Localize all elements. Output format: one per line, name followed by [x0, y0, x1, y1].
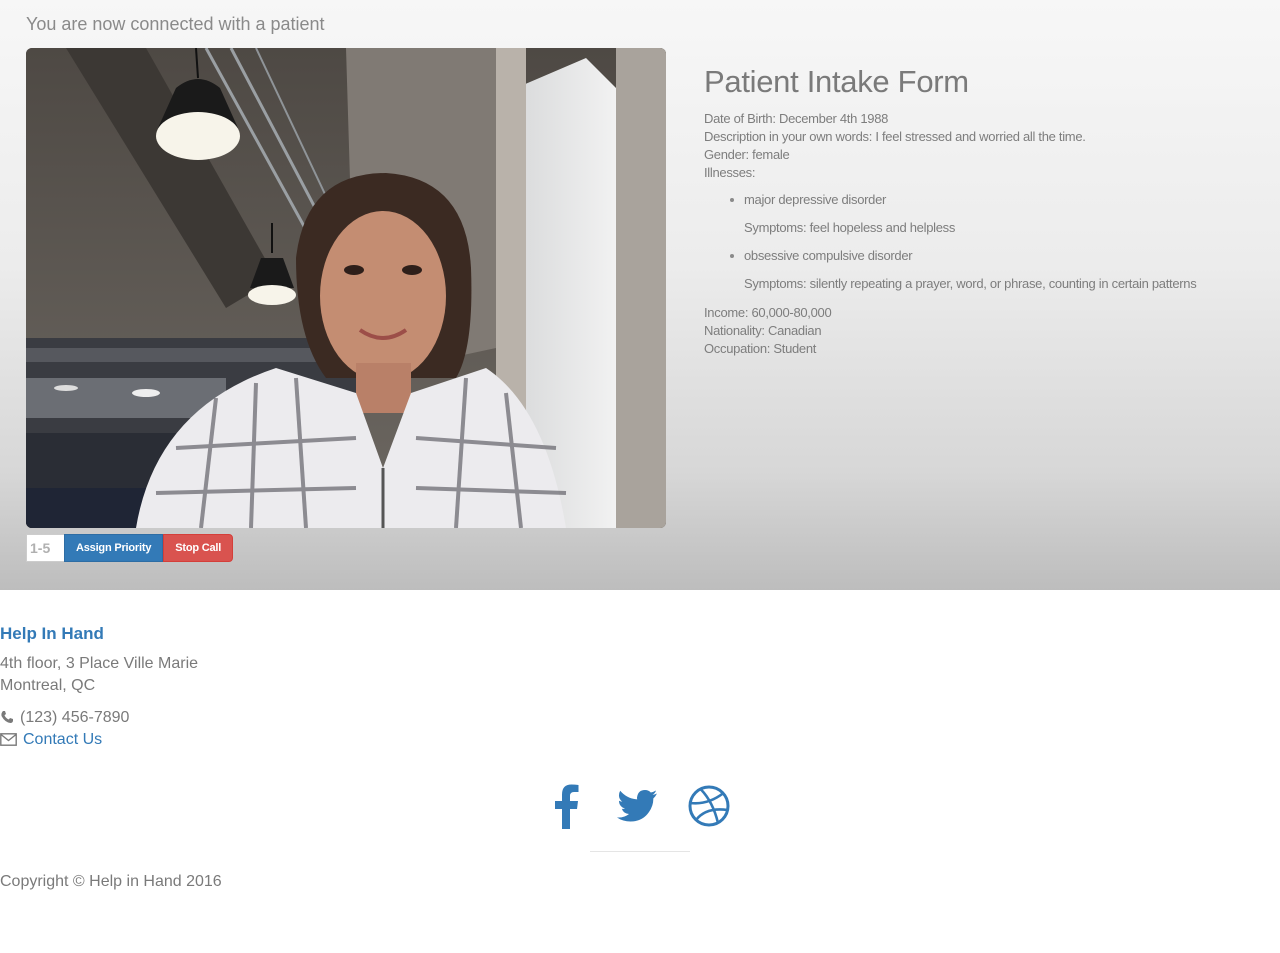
intake-nationality: Nationality: Canadian: [704, 323, 822, 338]
facebook-icon[interactable]: [550, 782, 582, 835]
call-controls: Assign Priority Stop Call: [26, 534, 234, 562]
footer-brand: Help In Hand: [0, 624, 104, 643]
footer-divider: [590, 851, 690, 852]
phone-number: (123) 456-7890: [20, 709, 130, 726]
patient-intake-form: Patient Intake Form Date of Birth: Decem…: [704, 64, 1264, 358]
contact-row: Contact Us: [0, 731, 1280, 751]
phone-row: (123) 456-7890: [0, 709, 1280, 729]
intake-illnesses-label: Illnesses:: [704, 165, 756, 180]
address-line-1: 4th floor, 3 Place Ville Marie: [0, 655, 199, 672]
stop-call-button[interactable]: Stop Call: [163, 534, 234, 562]
illness-list: major depressive disorder Symptoms: feel…: [704, 186, 1264, 298]
intake-occupation: Occupation: Student: [704, 341, 817, 356]
dribbble-icon[interactable]: [688, 785, 730, 832]
illness-name: major depressive disorder: [744, 186, 1264, 214]
illness-symptoms: Symptoms: silently repeating a prayer, w…: [744, 276, 1197, 291]
social-links: [550, 782, 735, 832]
list-item: major depressive disorder Symptoms: feel…: [744, 186, 1264, 242]
priority-input[interactable]: [26, 534, 64, 562]
connection-status: You are now connected with a patient: [26, 14, 325, 34]
list-item: obsessive compulsive disorder Symptoms: …: [744, 242, 1264, 298]
illness-symptoms: Symptoms: feel hopeless and helpless: [744, 220, 956, 235]
phone-icon: [0, 710, 14, 729]
intake-form-title: Patient Intake Form: [704, 64, 969, 99]
intake-income: Income: 60,000-80,000: [704, 305, 832, 320]
twitter-icon[interactable]: [616, 789, 658, 830]
illness-name: obsessive compulsive disorder: [744, 242, 1264, 270]
call-section: You are now connected with a patient 1-5…: [0, 0, 1280, 590]
patient-video-feed: [26, 48, 666, 528]
envelope-icon: [0, 733, 17, 751]
address-line-2: Montreal, QC: [0, 677, 96, 694]
copyright-text: Copyright © Help in Hand 2016: [0, 873, 222, 890]
assign-priority-button[interactable]: Assign Priority: [64, 534, 164, 562]
contact-us-link[interactable]: Contact Us: [23, 731, 102, 748]
intake-description: Description in your own words: I feel st…: [704, 129, 1086, 144]
intake-dob: Date of Birth: December 4th 1988: [704, 111, 889, 126]
intake-gender: Gender: female: [704, 147, 790, 162]
